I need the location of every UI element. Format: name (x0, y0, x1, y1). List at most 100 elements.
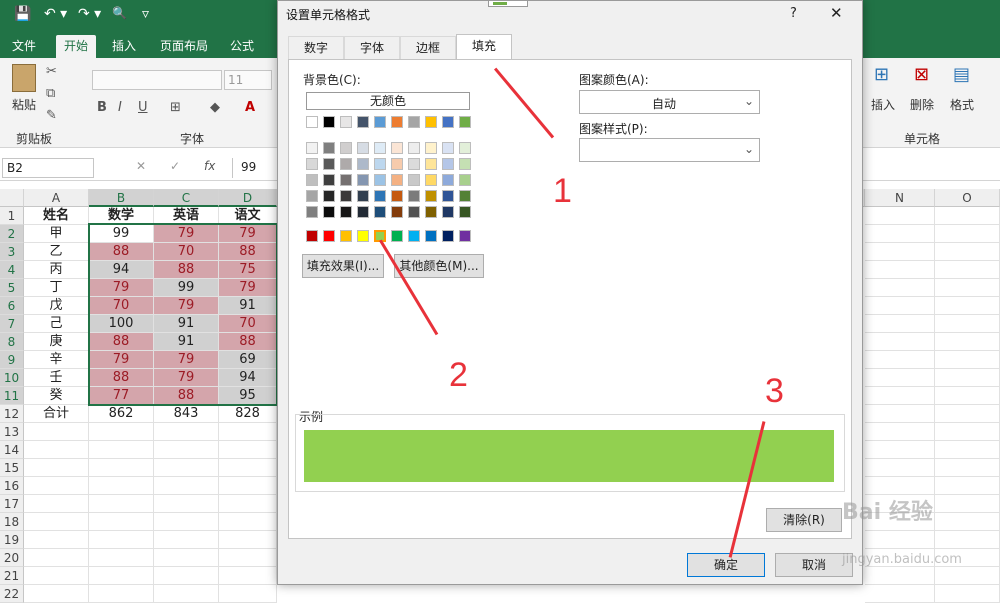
column-header-a[interactable]: A (24, 189, 89, 207)
paste-icon[interactable] (12, 64, 36, 92)
row-header-20[interactable]: 20 (0, 549, 24, 567)
standard-color-swatch[interactable] (459, 230, 471, 242)
theme-tint-swatch[interactable] (374, 142, 386, 154)
cell-c10[interactable]: 79 (154, 369, 219, 387)
row-header-5[interactable]: 5 (0, 279, 24, 297)
theme-tint-swatch[interactable] (357, 158, 369, 170)
standard-color-swatch[interactable] (357, 230, 369, 242)
italic-button[interactable]: I (118, 100, 122, 115)
close-icon[interactable]: ✕ (830, 4, 843, 22)
cell-d14[interactable] (219, 441, 277, 459)
column-header-o[interactable]: O (935, 189, 1000, 207)
cell-o8[interactable] (935, 333, 1000, 351)
underline-button[interactable]: U (138, 100, 148, 115)
cell-b12[interactable]: 862 (89, 405, 154, 423)
tab-border[interactable]: 边框 (400, 36, 456, 59)
no-color-button[interactable]: 无颜色 (306, 92, 470, 110)
theme-tint-swatch[interactable] (425, 142, 437, 154)
cell-n10[interactable] (865, 369, 935, 387)
cell-a15[interactable] (24, 459, 89, 477)
theme-tint-swatch[interactable] (425, 206, 437, 218)
cell-c2[interactable]: 79 (154, 225, 219, 243)
column-header-d[interactable]: D (219, 189, 277, 207)
theme-tint-swatch[interactable] (306, 158, 318, 170)
fill-effects-button[interactable]: 填充效果(I)... (302, 254, 384, 278)
cell-c3[interactable]: 70 (154, 243, 219, 261)
cell-b1[interactable]: 数学 (89, 207, 154, 225)
theme-tint-swatch[interactable] (323, 206, 335, 218)
cell-a7[interactable]: 己 (24, 315, 89, 333)
row-header-2[interactable]: 2 (0, 225, 24, 243)
cell-o9[interactable] (935, 351, 1000, 369)
cell-b11[interactable]: 77 (89, 387, 154, 405)
cell-c14[interactable] (154, 441, 219, 459)
cell-d12[interactable]: 828 (219, 405, 277, 423)
theme-tint-swatch[interactable] (459, 142, 471, 154)
undo-icon[interactable]: ↶ ▾ (44, 6, 67, 22)
borders-icon[interactable]: ⊞ (170, 100, 181, 115)
ok-button[interactable]: 确定 (687, 553, 765, 577)
cell-c1[interactable]: 英语 (154, 207, 219, 225)
theme-tint-swatch[interactable] (442, 206, 454, 218)
theme-color-swatch[interactable] (459, 116, 471, 128)
theme-tint-swatch[interactable] (306, 206, 318, 218)
cell-c13[interactable] (154, 423, 219, 441)
cell-o13[interactable] (935, 423, 1000, 441)
cell-c12[interactable]: 843 (154, 405, 219, 423)
theme-tint-swatch[interactable] (408, 158, 420, 170)
help-button[interactable]: ? (790, 6, 797, 21)
cell-a1[interactable]: 姓名 (24, 207, 89, 225)
theme-tint-swatch[interactable] (357, 174, 369, 186)
cell-d4[interactable]: 75 (219, 261, 277, 279)
cell-o22[interactable] (935, 585, 1000, 603)
cell-a4[interactable]: 丙 (24, 261, 89, 279)
cell-o4[interactable] (935, 261, 1000, 279)
theme-tint-swatch[interactable] (442, 158, 454, 170)
row-header-22[interactable]: 22 (0, 585, 24, 603)
cell-n8[interactable] (865, 333, 935, 351)
theme-tint-swatch[interactable] (323, 190, 335, 202)
tab-formulas[interactable]: 公式 (222, 35, 262, 58)
cell-a2[interactable]: 甲 (24, 225, 89, 243)
cell-d18[interactable] (219, 513, 277, 531)
select-all-corner[interactable] (0, 189, 24, 207)
cell-n3[interactable] (865, 243, 935, 261)
customize-toolbar-icon[interactable]: ▿ (142, 6, 149, 22)
theme-tint-swatch[interactable] (408, 142, 420, 154)
name-box[interactable]: B2 (2, 158, 94, 178)
theme-tint-swatch[interactable] (374, 174, 386, 186)
cell-n22[interactable] (865, 585, 935, 603)
cell-d16[interactable] (219, 477, 277, 495)
cell-b19[interactable] (89, 531, 154, 549)
theme-tint-swatch[interactable] (442, 174, 454, 186)
cell-n13[interactable] (865, 423, 935, 441)
insert-function-icon[interactable]: fx (204, 159, 215, 173)
cell-a16[interactable] (24, 477, 89, 495)
format-cells-button[interactable]: 格式 (950, 96, 974, 113)
theme-tint-swatch[interactable] (442, 190, 454, 202)
cell-b15[interactable] (89, 459, 154, 477)
cell-d7[interactable]: 70 (219, 315, 277, 333)
row-header-11[interactable]: 11 (0, 387, 24, 405)
cell-b17[interactable] (89, 495, 154, 513)
formula-input[interactable]: 99 (232, 158, 278, 178)
cell-n9[interactable] (865, 351, 935, 369)
theme-tint-swatch[interactable] (391, 190, 403, 202)
cell-n15[interactable] (865, 459, 935, 477)
cell-n19[interactable] (865, 531, 935, 549)
theme-tint-swatch[interactable] (357, 190, 369, 202)
cell-c20[interactable] (154, 549, 219, 567)
cell-n16[interactable] (865, 477, 935, 495)
clear-button[interactable]: 清除(R) (766, 508, 842, 532)
cell-a14[interactable] (24, 441, 89, 459)
print-preview-icon[interactable]: 🔍 (112, 6, 127, 20)
cell-d6[interactable]: 91 (219, 297, 277, 315)
cell-o16[interactable] (935, 477, 1000, 495)
cell-b20[interactable] (89, 549, 154, 567)
cell-b9[interactable]: 79 (89, 351, 154, 369)
cell-n6[interactable] (865, 297, 935, 315)
theme-color-swatch[interactable] (357, 116, 369, 128)
tab-page-layout[interactable]: 页面布局 (152, 35, 216, 58)
cut-icon[interactable]: ✂ (46, 64, 57, 79)
cell-c11[interactable]: 88 (154, 387, 219, 405)
